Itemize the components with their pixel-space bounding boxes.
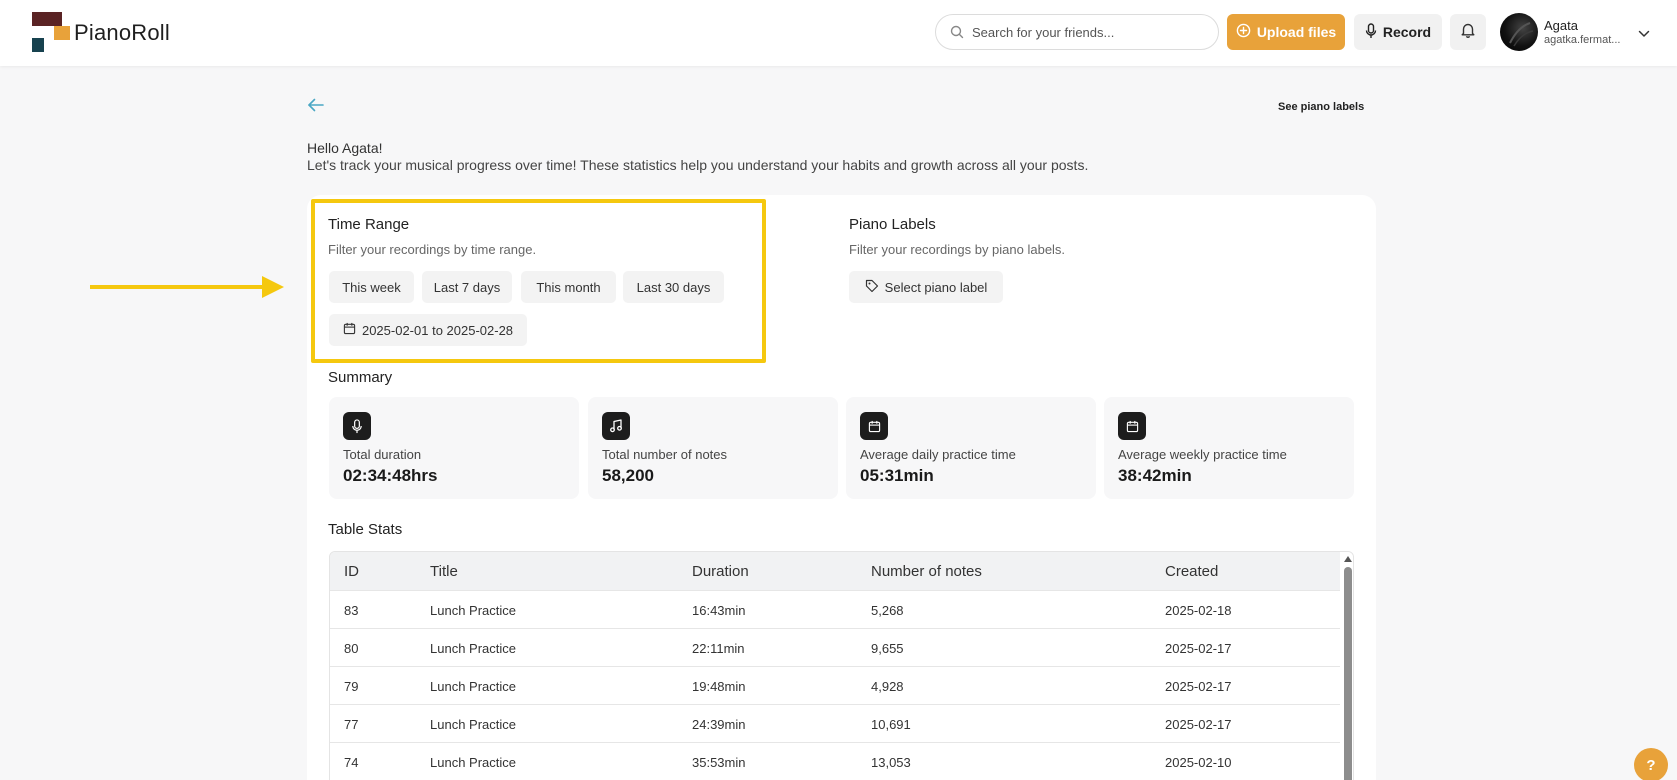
chip-this-week[interactable]: This week [329,271,414,303]
calendar-icon [1118,412,1146,440]
piano-labels-subtitle: Filter your recordings by piano labels. [849,242,1066,257]
notifications-button[interactable] [1450,14,1486,50]
bell-icon [1461,22,1475,43]
friend-search [935,14,1219,50]
column-header-created[interactable]: Created [1165,563,1218,580]
table-scrollbar[interactable] [1342,552,1353,780]
tag-icon [865,279,879,296]
record-label: Record [1382,24,1432,40]
cell-duration: 16:43min [692,603,746,618]
cell-title: Lunch Practice [430,641,516,656]
microphone-icon [343,412,371,440]
cell-notes: 4,928 [871,679,904,694]
stats-table: ID Title Duration Number of notes Create… [329,551,1354,780]
cell-notes: 5,268 [871,603,904,618]
calendar-icon [860,412,888,440]
cell-title: Lunch Practice [430,603,516,618]
search-icon [950,25,964,44]
avatar [1500,13,1538,51]
summary-title: Summary [328,369,393,386]
cell-notes: 10,691 [871,717,911,732]
cell-created: 2025-02-10 [1165,755,1232,770]
stat-avg-weekly: Average weekly practice time 38:42min [1104,397,1354,499]
scrollbar-thumb[interactable] [1344,567,1352,780]
cell-notes: 13,053 [871,755,911,770]
top-bar: PianoRoll Upload files Record Agata agat… [0,0,1677,66]
column-header-notes[interactable]: Number of notes [871,563,982,580]
scroll-up-icon[interactable] [1344,556,1352,562]
chip-this-month[interactable]: This month [521,271,616,303]
greeting: Hello Agata! [307,140,383,156]
date-range-text: 2025-02-01 to 2025-02-28 [361,322,514,338]
column-header-duration[interactable]: Duration [692,563,749,580]
pointer-arrow-icon [88,275,286,304]
table-header: ID Title Duration Number of notes Create… [330,552,1340,590]
help-button[interactable]: ? [1634,748,1668,780]
cell-title: Lunch Practice [430,717,516,732]
upload-files-button[interactable]: Upload files [1227,14,1345,50]
cell-notes: 9,655 [871,641,904,656]
time-range-title: Time Range [328,216,410,233]
stat-value: 02:34:48hrs [343,466,438,485]
select-piano-label-text: Select piano label [884,279,988,295]
cell-id: 83 [344,603,359,618]
search-input[interactable] [972,21,1208,43]
cell-id: 74 [344,755,359,770]
stat-label: Total duration [343,447,422,462]
stat-label: Average daily practice time [860,447,1016,462]
time-range-subtitle: Filter your recordings by time range. [328,242,537,257]
logo-block-orange [54,26,70,40]
date-range-picker[interactable]: 2025-02-01 to 2025-02-28 [329,314,527,346]
chevron-down-icon [1638,25,1650,43]
upload-files-label: Upload files [1256,24,1337,40]
select-piano-label-button[interactable]: Select piano label [849,271,1003,303]
piano-labels-title: Piano Labels [849,216,936,233]
cell-duration: 24:39min [692,717,746,732]
intro-text: Let's track your musical progress over t… [307,157,1089,173]
table-row[interactable]: 83 Lunch Practice 16:43min 5,268 2025-02… [330,590,1340,628]
record-button[interactable]: Record [1354,14,1442,50]
cell-id: 80 [344,641,359,656]
table-stats-title: Table Stats [328,521,403,538]
cell-title: Lunch Practice [430,679,516,694]
app-name: PianoRoll [74,20,170,45]
cell-duration: 22:11min [692,641,745,656]
stat-value: 05:31min [860,466,934,485]
chip-last-30-days[interactable]: Last 30 days [623,271,724,303]
music-note-icon [602,412,630,440]
column-header-id[interactable]: ID [344,563,359,580]
cell-id: 79 [344,679,359,694]
user-menu[interactable]: Agata agatka.fermat... [1500,13,1660,53]
logo-block-dark [32,12,62,26]
stat-label: Average weekly practice time [1118,447,1287,462]
stat-label: Total number of notes [602,447,728,462]
stat-total-notes: Total number of notes 58,200 [588,397,838,499]
stat-total-duration: Total duration 02:34:48hrs [329,397,579,499]
chip-last-7-days[interactable]: Last 7 days [422,271,512,303]
back-arrow-icon[interactable] [307,98,325,117]
table-row[interactable]: 79 Lunch Practice 19:48min 4,928 2025-02… [330,666,1340,704]
cell-created: 2025-02-17 [1165,641,1232,656]
user-name: Agata [1544,18,1578,33]
cell-id: 77 [344,717,359,732]
column-header-title[interactable]: Title [430,563,458,580]
see-piano-labels-link[interactable]: See piano labels [1278,101,1364,113]
cell-title: Lunch Practice [430,755,516,770]
table-row[interactable]: 77 Lunch Practice 24:39min 10,691 2025-0… [330,704,1340,742]
cell-created: 2025-02-17 [1165,679,1232,694]
user-email: agatka.fermat... [1544,34,1621,46]
cell-duration: 19:48min [692,679,746,694]
stat-value: 58,200 [602,466,654,485]
stat-avg-daily: Average daily practice time 05:31min [846,397,1096,499]
table-row[interactable]: 80 Lunch Practice 22:11min 9,655 2025-02… [330,628,1340,666]
calendar-icon [343,322,356,338]
microphone-icon [1365,22,1377,42]
cell-created: 2025-02-18 [1165,603,1232,618]
cell-created: 2025-02-17 [1165,717,1232,732]
logo-block-teal [32,38,44,52]
plus-circle-icon [1236,23,1251,41]
stat-value: 38:42min [1118,466,1192,485]
cell-duration: 35:53min [692,755,746,770]
table-row[interactable]: 74 Lunch Practice 35:53min 13,053 2025-0… [330,742,1340,780]
